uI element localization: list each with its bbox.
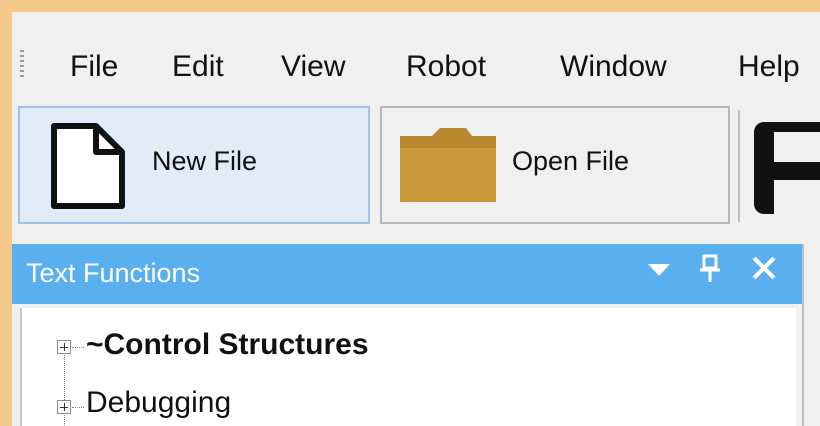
dropdown-icon[interactable] [646, 256, 672, 288]
tree-branch [72, 407, 84, 409]
new-file-icon [46, 118, 130, 219]
close-icon[interactable] [750, 254, 778, 288]
save-icon [750, 118, 820, 218]
menu-view[interactable]: View [281, 40, 345, 94]
save-button[interactable] [750, 118, 820, 218]
menu-help[interactable]: Help [738, 40, 800, 94]
menu-file[interactable]: File [70, 40, 118, 94]
panel-splitter[interactable] [802, 244, 820, 426]
tree-connector [64, 348, 66, 426]
window-frame-left [0, 0, 12, 426]
tree-item-control-structures[interactable]: ~Control Structures [86, 328, 369, 362]
tree-item-debugging[interactable]: Debugging [86, 386, 231, 420]
open-file-button[interactable]: Open File [380, 106, 730, 224]
new-file-label: New File [152, 146, 258, 176]
menu-window[interactable]: Window [560, 40, 667, 94]
toolbar-separator [738, 110, 740, 222]
menu-robot[interactable]: Robot [406, 40, 486, 94]
text-functions-tree: ~Control Structures Debugging [20, 308, 796, 426]
open-file-label: Open File [512, 146, 630, 176]
expand-toggle-icon[interactable] [57, 340, 71, 354]
folder-icon [396, 122, 500, 213]
menu-edit[interactable]: Edit [172, 40, 224, 94]
panel-title: Text Functions [26, 258, 201, 288]
menu-grip-handle[interactable] [20, 50, 24, 78]
window-frame-top [0, 0, 820, 12]
expand-toggle-icon[interactable] [57, 400, 71, 414]
text-functions-panel-header: Text Functions [12, 244, 802, 304]
new-file-button[interactable]: New File [18, 106, 370, 224]
tree-branch [72, 347, 84, 349]
pin-icon[interactable] [698, 254, 722, 290]
